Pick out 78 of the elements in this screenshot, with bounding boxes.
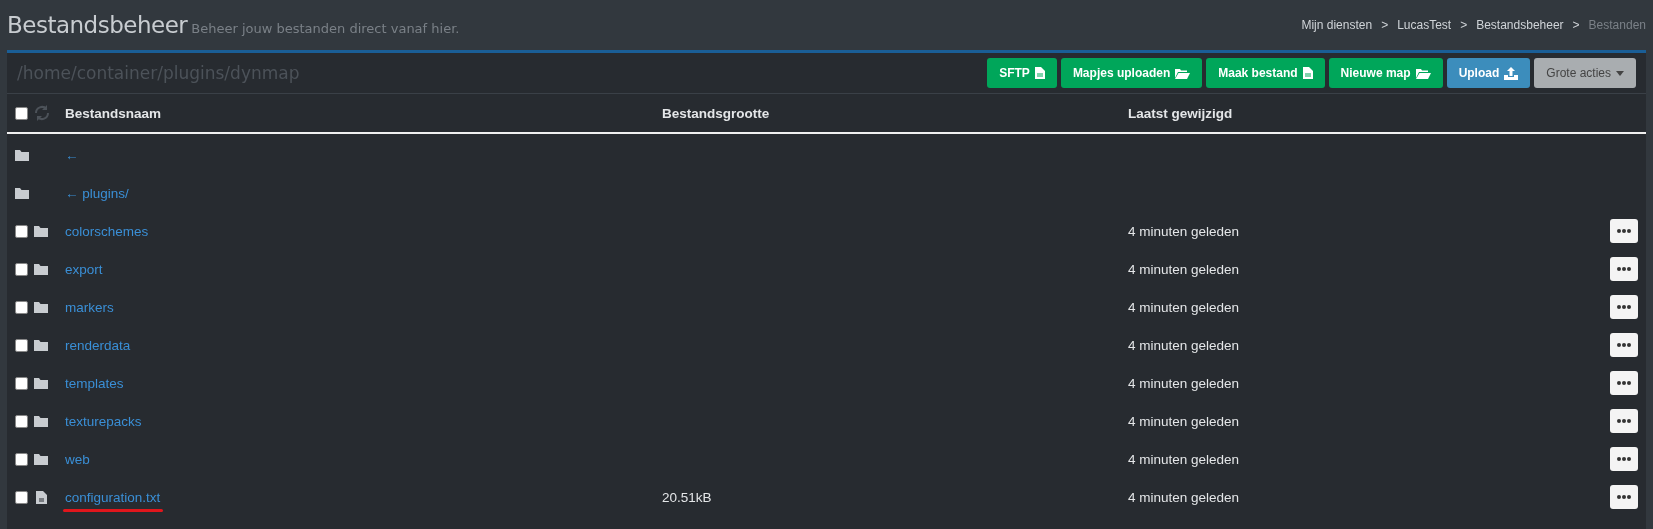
more-button[interactable] (1610, 485, 1638, 509)
breadcrumb-current: Bestanden (1588, 18, 1646, 32)
row-checkbox[interactable] (15, 224, 28, 238)
more-icon (1617, 267, 1631, 271)
file-link[interactable]: colorschemes (65, 223, 149, 239)
row-checkbox[interactable] (15, 452, 28, 466)
file-icon (36, 490, 47, 504)
folder-icon (34, 263, 48, 275)
more-button[interactable] (1610, 295, 1638, 319)
more-button[interactable] (1610, 219, 1638, 243)
modified-time: 4 minuten geleden (1128, 451, 1240, 467)
more-button[interactable] (1610, 371, 1638, 395)
folder-icon (34, 301, 48, 313)
file-link[interactable]: configuration.txt (65, 489, 161, 505)
file-link[interactable]: markers (65, 299, 114, 315)
folder-icon (34, 415, 48, 427)
file-link[interactable]: ← plugins/ (65, 185, 129, 201)
file-icon (1302, 67, 1313, 79)
row-checkbox[interactable] (15, 414, 28, 428)
column-header[interactable]: Bestandsnaam (65, 105, 662, 121)
more-button[interactable] (1610, 333, 1638, 357)
modified-time: 4 minuten geleden (1128, 261, 1240, 277)
action-button[interactable]: Maak bestand (1206, 58, 1325, 88)
file-size: 20.51kB (662, 489, 712, 505)
modified-time: 4 minuten geleden (1128, 223, 1240, 239)
modified-time: 4 minuten geleden (1128, 375, 1240, 391)
breadcrumb-separator: > (1381, 18, 1389, 32)
more-button[interactable] (1610, 409, 1638, 433)
modified-time: 4 minuten geleden (1128, 489, 1240, 505)
more-icon (1617, 457, 1631, 461)
file-link[interactable]: ← (65, 147, 79, 163)
row-checkbox[interactable] (15, 338, 28, 352)
breadcrumb-link[interactable]: Bestandsbeheer (1476, 18, 1564, 32)
action-button[interactable]: SFTP (987, 58, 1057, 88)
folder-icon (15, 187, 29, 199)
action-button[interactable]: Upload (1446, 58, 1531, 88)
more-icon (1617, 419, 1631, 423)
action-button[interactable]: Nieuwe map (1328, 58, 1443, 88)
file-link[interactable]: renderdata (65, 337, 131, 353)
breadcrumb-link[interactable]: LucasTest (1397, 18, 1452, 32)
more-icon (1617, 343, 1631, 347)
caret-icon (1616, 70, 1624, 76)
more-icon (1617, 381, 1631, 385)
modified-time: 4 minuten geleden (1128, 413, 1240, 429)
column-header[interactable]: Bestandsgrootte (662, 105, 1128, 121)
page-subtitle: Beheer jouw bestanden direct vanaf hier. (191, 21, 460, 36)
folder-icon (34, 225, 48, 237)
file-link[interactable]: texturepacks (65, 413, 142, 429)
file-link[interactable]: web (65, 451, 90, 467)
file-link[interactable]: export (65, 261, 103, 277)
row-checkbox[interactable] (15, 262, 28, 276)
action-button[interactable]: Grote acties (1534, 58, 1636, 88)
more-icon (1617, 229, 1631, 233)
column-header[interactable]: Laatst gewijzigd (1128, 105, 1602, 121)
breadcrumb-separator: > (1460, 18, 1468, 32)
select-all-checkbox[interactable] (15, 106, 28, 120)
breadcrumb-separator: > (1572, 18, 1580, 32)
more-button[interactable] (1610, 447, 1638, 471)
row-checkbox[interactable] (15, 490, 28, 504)
file-icon (1034, 67, 1045, 79)
modified-time: 4 minuten geleden (1128, 337, 1240, 353)
more-icon (1617, 305, 1631, 309)
modified-time: 4 minuten geleden (1128, 299, 1240, 315)
breadcrumb-link[interactable]: Mijn diensten (1301, 18, 1373, 32)
folder-icon (34, 339, 48, 351)
action-button[interactable]: Mapjes uploaden (1060, 58, 1203, 88)
more-button[interactable] (1610, 257, 1638, 281)
file-link[interactable]: templates (65, 375, 124, 391)
folder-icon (34, 453, 48, 465)
more-icon (1617, 495, 1631, 499)
folder-icon (15, 149, 29, 161)
folder-icon (1175, 67, 1191, 79)
upload-icon (1504, 66, 1519, 80)
page-title: Bestandsbeheer (7, 12, 188, 38)
row-checkbox[interactable] (15, 300, 28, 314)
row-checkbox[interactable] (15, 376, 28, 390)
folder-icon (34, 377, 48, 389)
folder-icon (1415, 67, 1431, 79)
